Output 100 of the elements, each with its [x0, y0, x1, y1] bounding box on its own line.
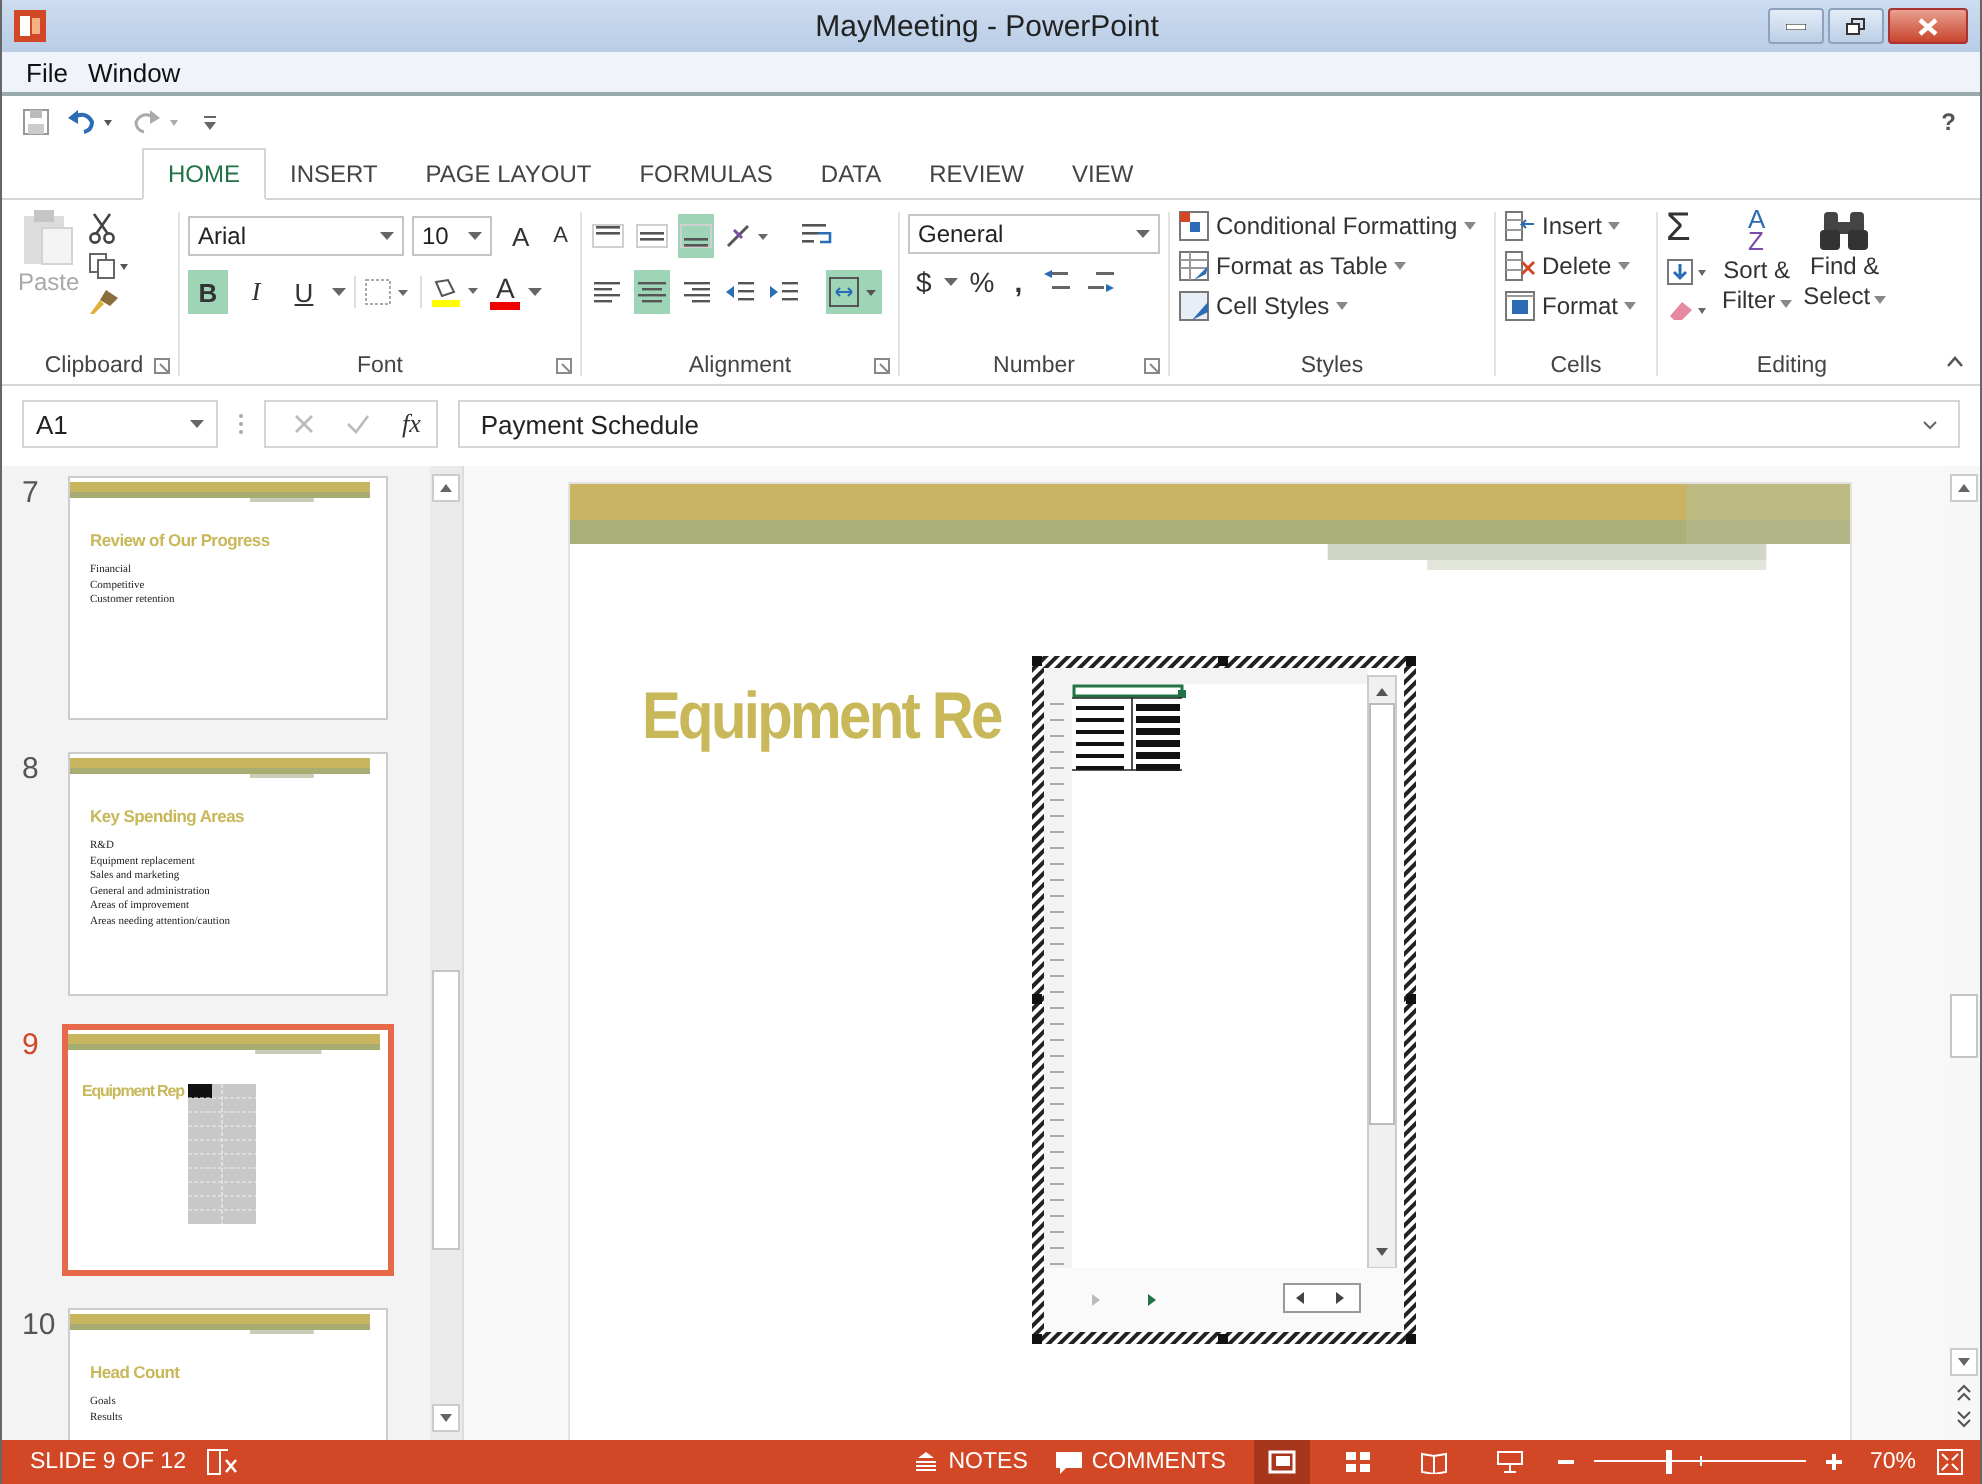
restore-button[interactable] [1828, 8, 1884, 44]
save-icon[interactable] [22, 108, 50, 136]
caret-icon [332, 288, 346, 296]
dialog-launcher-icon[interactable] [874, 358, 890, 374]
outdent-icon [724, 280, 756, 304]
ribbon-tab[interactable]: INSERT [266, 150, 402, 198]
cells-command[interactable]: Insert [1504, 210, 1648, 242]
fit-slide-icon[interactable] [1936, 1448, 1964, 1476]
slide-number: 8 [20, 752, 41, 786]
style-command[interactable]: Cell Styles [1178, 290, 1486, 322]
undo-icon[interactable] [66, 108, 118, 136]
slide-title: Equipment Rep [82, 1082, 184, 1100]
insert-function-button[interactable]: fx [402, 408, 421, 440]
customize-icon[interactable] [202, 112, 218, 132]
cells-command[interactable]: Format [1504, 290, 1648, 322]
minimize-icon [1786, 23, 1806, 29]
collapse-ribbon-icon[interactable] [1946, 356, 1964, 368]
slide-number: 9 [20, 1028, 41, 1062]
autosum-button[interactable]: Σ [1666, 208, 1710, 248]
zoom-slider[interactable] [1593, 1450, 1806, 1474]
zoom-slider-thumb[interactable] [1666, 1450, 1673, 1474]
comments-button[interactable]: COMMENTS [1055, 1450, 1226, 1474]
group-label: Styles [1300, 354, 1364, 378]
style-command[interactable]: Format as Table [1178, 250, 1486, 282]
normal-view-button[interactable] [1253, 1440, 1310, 1484]
fill-down-icon[interactable] [1666, 258, 1710, 286]
dialog-launcher-icon[interactable] [154, 358, 170, 374]
caret-icon [1608, 222, 1621, 230]
ribbon-tab[interactable]: REVIEW [905, 150, 1048, 198]
menu-item[interactable]: File [26, 57, 68, 87]
caret-icon [1779, 300, 1792, 308]
slide-title: Review of Our Progress [90, 530, 272, 550]
delete-cells-icon [1504, 250, 1536, 282]
caret-icon [1874, 296, 1887, 304]
zoom-level[interactable]: 70% [1869, 1450, 1916, 1474]
format-painter-icon[interactable] [87, 288, 120, 316]
zoom-in-icon[interactable] [1825, 1454, 1842, 1470]
style-command[interactable]: Conditional Formatting [1178, 210, 1486, 242]
indent-icon [768, 280, 800, 304]
center-align-button[interactable] [634, 270, 670, 314]
comma-button[interactable]: , [1006, 266, 1031, 298]
ribbon-tab[interactable]: VIEW [1047, 150, 1158, 198]
cells-command[interactable]: Delete [1504, 250, 1648, 282]
scissors-icon[interactable] [87, 212, 116, 244]
comment-icon [1055, 1451, 1082, 1473]
caret-icon [468, 232, 482, 240]
middle-align-icon [636, 224, 668, 248]
slide-number: 10 [20, 1308, 58, 1342]
dialog-launcher-icon[interactable] [556, 358, 572, 374]
ribbon-tab[interactable]: DATA [796, 150, 906, 198]
font-name-field[interactable]: Arial [188, 216, 404, 256]
scroll-up-icon[interactable] [1950, 474, 1978, 502]
formula-field[interactable]: Payment Schedule [458, 400, 1960, 448]
scroll-down-icon[interactable] [1950, 1348, 1978, 1376]
zoom-out-icon[interactable] [1557, 1454, 1574, 1470]
italic-button[interactable]: I [236, 270, 276, 314]
bottom-align-button[interactable] [678, 214, 714, 258]
find-select-button[interactable]: Find & Select [1803, 208, 1887, 348]
embedded-spreadsheet-drawing[interactable] [1032, 656, 1416, 1344]
ribbon-tab[interactable]: FORMULAS [615, 150, 797, 198]
merge-align-button[interactable] [826, 270, 882, 314]
ribbon-tab[interactable]: HOME [142, 148, 266, 200]
caret-icon [1617, 262, 1630, 270]
notes-button[interactable]: NOTES [914, 1450, 1028, 1474]
format-cells-icon [1504, 290, 1536, 322]
borders-icon[interactable] [364, 278, 412, 306]
grow-font-button[interactable]: A [500, 214, 542, 258]
clipboard-icon [22, 208, 75, 268]
fill-color-icon[interactable] [430, 276, 482, 308]
decrease-decimal-icon[interactable] [1086, 268, 1119, 296]
sort-filter-button[interactable]: A Z Sort & Filter [1722, 208, 1792, 348]
caret-icon [1393, 262, 1406, 270]
font-size-field[interactable]: 10 [412, 216, 492, 256]
table-style-icon [1178, 250, 1210, 282]
number-format-field[interactable]: General [908, 214, 1160, 254]
menu-item[interactable]: Window [87, 57, 181, 87]
scrollbar-thumb[interactable] [432, 970, 460, 1250]
shrink-font-button[interactable]: A [549, 214, 572, 258]
scroll-up-icon[interactable] [432, 474, 460, 502]
name-box[interactable]: A1 [22, 400, 218, 448]
scroll-down-icon[interactable] [432, 1404, 460, 1432]
sorter-view-icon [1343, 1450, 1372, 1474]
drag-handle-icon[interactable] [238, 412, 244, 436]
group-label: Clipboard [44, 354, 144, 378]
help-button[interactable]: ? [1941, 108, 1960, 136]
conditional-format-icon [1178, 210, 1210, 242]
minimize-button[interactable] [1768, 8, 1824, 44]
percent-button[interactable]: % [969, 266, 995, 298]
scrollbar-thumb[interactable] [1950, 994, 1978, 1058]
slide-number: 7 [20, 476, 41, 510]
currency-button[interactable]: $ [916, 266, 932, 298]
dialog-launcher-icon[interactable] [1144, 358, 1160, 374]
top-align-icon [592, 224, 624, 248]
underline-button[interactable]: U [284, 270, 324, 314]
font-color-button[interactable]: A [490, 274, 521, 310]
bold-button[interactable]: B [188, 270, 228, 314]
copy-icon[interactable] [87, 252, 132, 280]
spelling-icon[interactable] [205, 1448, 238, 1476]
close-button[interactable] [1888, 8, 1968, 44]
ribbon-tab[interactable]: PAGE LAYOUT [401, 150, 616, 198]
